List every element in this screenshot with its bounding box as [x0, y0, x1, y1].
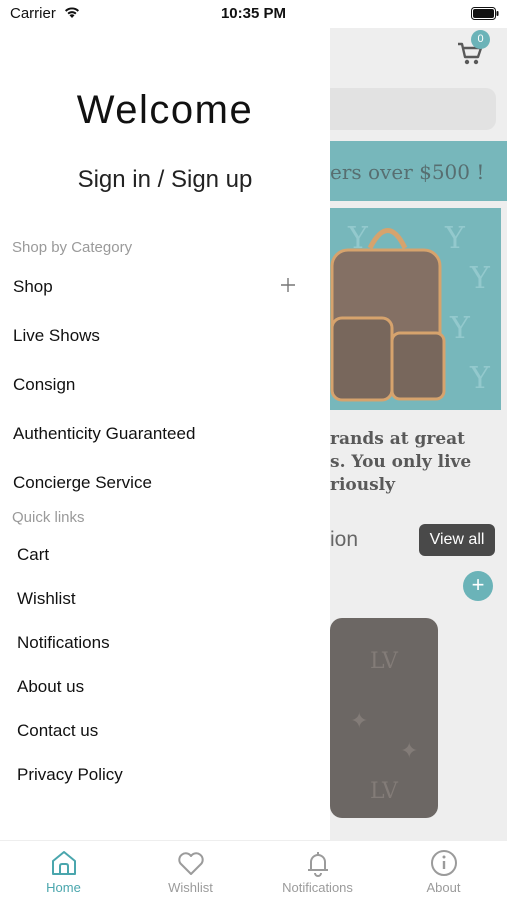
quick-link-cart[interactable]: Cart	[17, 545, 49, 565]
tab-home[interactable]: Home	[0, 841, 127, 901]
welcome-title: Welcome	[76, 88, 254, 132]
home-icon	[51, 851, 76, 875]
sign-in-link[interactable]: Sign in / Sign up	[0, 166, 330, 194]
tab-notifications[interactable]: Notifications	[254, 841, 381, 901]
dim-overlay[interactable]	[330, 28, 507, 840]
info-icon	[430, 850, 457, 876]
bell-icon	[307, 852, 328, 877]
expand-plus-icon[interactable]	[280, 277, 296, 293]
menu-item-consign[interactable]: Consign	[13, 375, 75, 395]
tab-about-label: About	[426, 880, 461, 895]
tab-wishlist[interactable]: Wishlist	[127, 841, 254, 901]
quick-link-wishlist[interactable]: Wishlist	[17, 589, 76, 609]
menu-item-authenticity[interactable]: Authenticity Guaranteed	[13, 424, 195, 444]
shop-by-category-heading: Shop by Category	[12, 239, 133, 256]
quick-link-contact[interactable]: Contact us	[17, 721, 98, 741]
battery-icon	[471, 7, 499, 20]
status-bar: Carrier 10:35 PM	[0, 0, 507, 28]
tab-notifications-label: Notifications	[282, 880, 353, 895]
tab-home-label: Home	[46, 880, 81, 895]
menu-item-concierge[interactable]: Concierge Service	[13, 473, 152, 493]
quick-link-notifications[interactable]: Notifications	[17, 633, 110, 653]
tab-wishlist-label: Wishlist	[168, 880, 213, 895]
tab-bar: Home Wishlist Notifications About	[0, 840, 507, 901]
menu-item-shop[interactable]: Shop	[13, 277, 53, 297]
heart-icon	[177, 852, 204, 875]
tab-about[interactable]: About	[380, 841, 507, 901]
quick-links-heading: Quick links	[12, 509, 85, 526]
side-drawer: Welcome Sign in / Sign up Shop by Catego…	[0, 28, 330, 840]
menu-item-live-shows[interactable]: Live Shows	[13, 326, 100, 346]
clock: 10:35 PM	[220, 5, 287, 22]
quick-link-about[interactable]: About us	[17, 677, 84, 697]
quick-link-privacy[interactable]: Privacy Policy	[17, 765, 123, 785]
